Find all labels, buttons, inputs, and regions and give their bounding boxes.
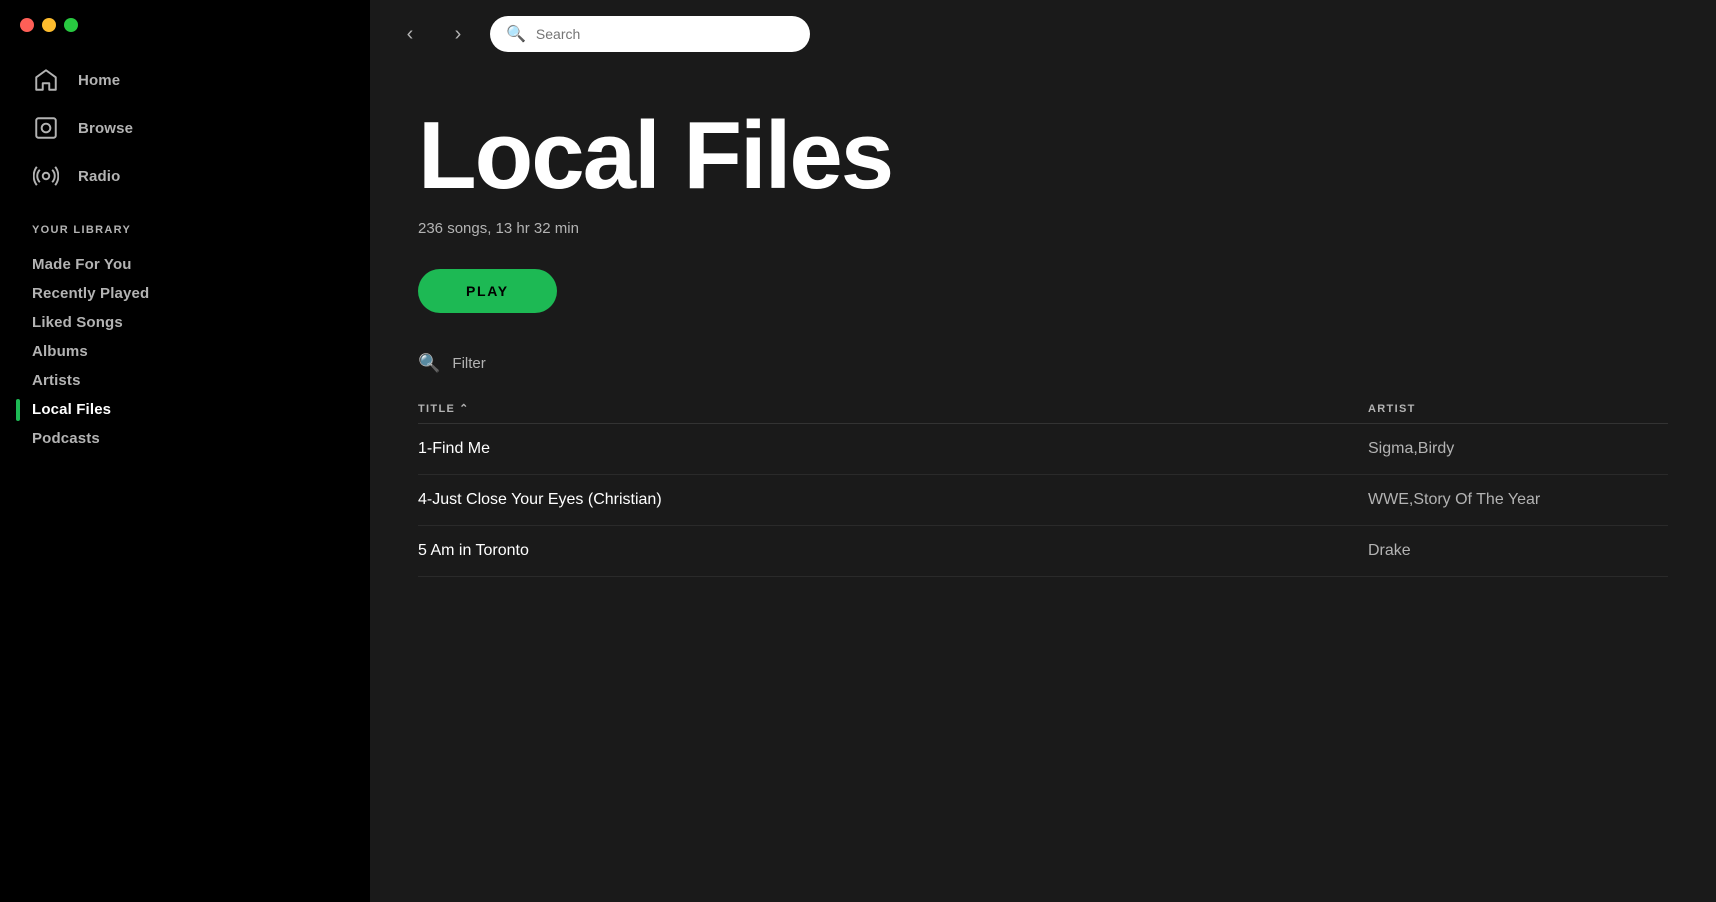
page-title: Local Files <box>418 108 1668 204</box>
sidebar-item-recently-played[interactable]: Recently Played <box>32 279 338 308</box>
sidebar-item-podcasts[interactable]: Podcasts <box>32 424 338 453</box>
sidebar-item-radio[interactable]: Radio <box>16 152 354 200</box>
title-column-header[interactable]: TITLE ⌃ <box>418 402 1368 415</box>
content-area: Local Files 236 songs, 13 hr 32 min PLAY… <box>370 68 1716 902</box>
table-row[interactable]: 4-Just Close Your Eyes (Christian) WWE,S… <box>418 475 1668 526</box>
library-label: YOUR LIBRARY <box>32 224 338 236</box>
close-button[interactable] <box>20 18 34 32</box>
table-row[interactable]: 1-Find Me Sigma,Birdy <box>418 424 1668 475</box>
topbar: ‹ › 🔍 <box>370 0 1716 68</box>
filter-input[interactable] <box>452 355 652 372</box>
sort-arrow-icon: ⌃ <box>459 402 470 415</box>
sidebar-item-liked-songs[interactable]: Liked Songs <box>32 308 338 337</box>
sidebar-item-browse-label: Browse <box>78 120 133 137</box>
page-meta: 236 songs, 13 hr 32 min <box>418 220 1668 237</box>
sidebar-item-albums[interactable]: Albums <box>32 337 338 366</box>
artist-column-header[interactable]: ARTIST <box>1368 402 1668 415</box>
minimize-button[interactable] <box>42 18 56 32</box>
filter-row: 🔍 <box>418 353 1668 374</box>
sidebar-item-local-files[interactable]: Local Files <box>32 395 338 424</box>
table-header: TITLE ⌃ ARTIST <box>418 394 1668 424</box>
forward-button[interactable]: › <box>442 18 474 50</box>
play-button[interactable]: PLAY <box>418 269 557 313</box>
filter-search-icon: 🔍 <box>418 353 440 374</box>
search-bar[interactable]: 🔍 <box>490 16 810 52</box>
sidebar-item-made-for-you[interactable]: Made For You <box>32 250 338 279</box>
track-title: 1-Find Me <box>418 440 1368 458</box>
table-row[interactable]: 5 Am in Toronto Drake <box>418 526 1668 577</box>
search-icon: 🔍 <box>506 24 526 44</box>
maximize-button[interactable] <box>64 18 78 32</box>
track-artist: Sigma,Birdy <box>1368 440 1668 458</box>
home-icon <box>32 66 60 94</box>
traffic-lights <box>0 0 370 56</box>
main-content: ‹ › 🔍 Local Files 236 songs, 13 hr 32 mi… <box>370 0 1716 902</box>
radio-icon <box>32 162 60 190</box>
back-button[interactable]: ‹ <box>394 18 426 50</box>
track-artist: WWE,Story Of The Year <box>1368 491 1668 509</box>
sidebar-item-home[interactable]: Home <box>16 56 354 104</box>
track-title: 4-Just Close Your Eyes (Christian) <box>418 491 1368 509</box>
main-nav: Home Browse Radio <box>0 56 370 200</box>
search-input[interactable] <box>536 26 794 42</box>
sidebar: Home Browse Radio <box>0 0 370 902</box>
track-artist: Drake <box>1368 542 1668 560</box>
browse-icon <box>32 114 60 142</box>
library-section: YOUR LIBRARY Made For You Recently Playe… <box>0 224 370 453</box>
sidebar-item-browse[interactable]: Browse <box>16 104 354 152</box>
track-title: 5 Am in Toronto <box>418 542 1368 560</box>
sidebar-item-artists[interactable]: Artists <box>32 366 338 395</box>
sidebar-item-radio-label: Radio <box>78 168 120 185</box>
sidebar-item-home-label: Home <box>78 72 120 89</box>
